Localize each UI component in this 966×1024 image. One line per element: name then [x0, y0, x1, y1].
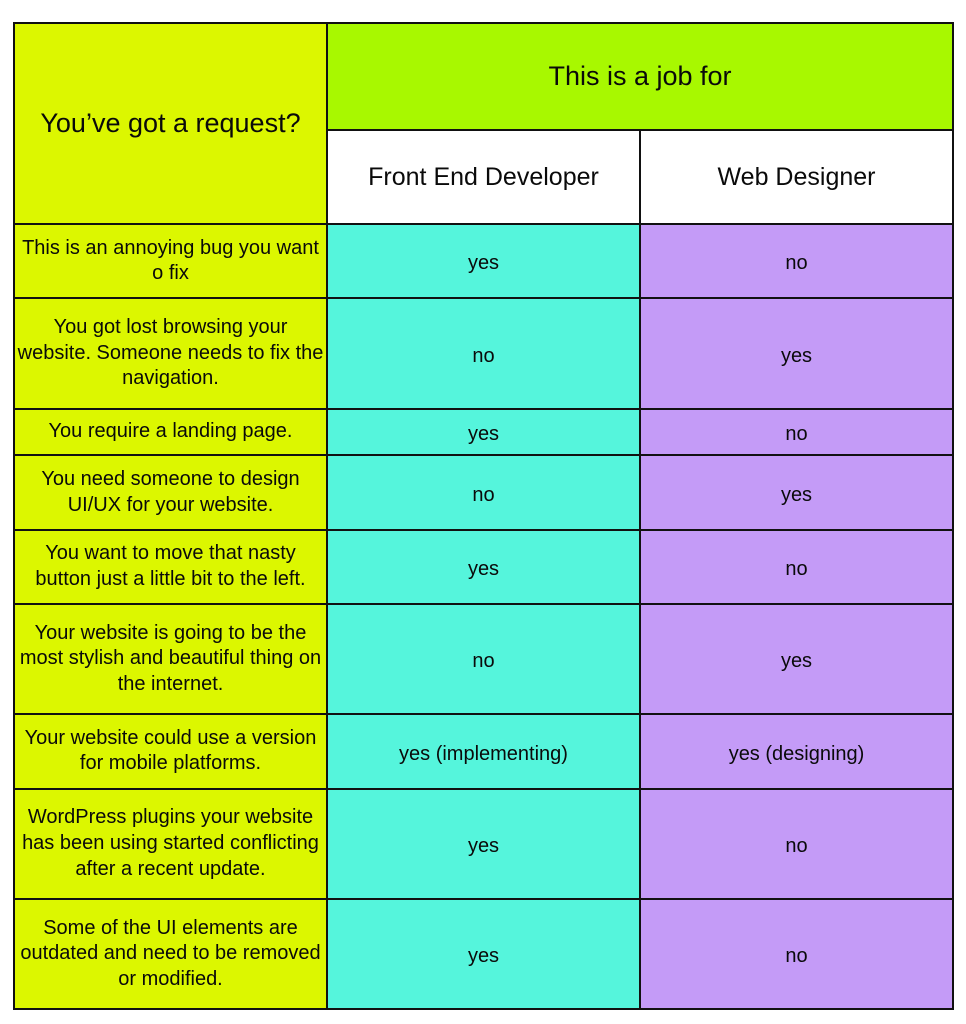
web-designer-answer-value: no [785, 834, 808, 857]
role-comparison-table: You’ve got a request? This is a job for … [13, 22, 955, 1011]
front-end-developer-column-header: Front End Developer [326, 129, 641, 225]
web-designer-answer-value: no [785, 558, 808, 581]
request-cell: Your website could use a version for mob… [13, 713, 328, 790]
web-designer-column-header: Web Designer [638, 129, 955, 225]
front-end-answer-cell: no [326, 603, 641, 716]
web-designer-answer-cell: no [638, 407, 955, 457]
front-end-answer-value: yes [467, 834, 500, 857]
web-designer-answer-value: yes (designing) [728, 742, 865, 765]
request-cell: Your website is going to be the most sty… [13, 603, 328, 716]
table-row: Some of the UI elements are outdated and… [13, 897, 955, 1011]
web-designer-answer-cell: no [638, 787, 955, 900]
web-designer-answer-cell: yes (designing) [638, 713, 955, 790]
request-cell: You require a landing page. [13, 407, 328, 457]
front-end-answer-value: yes (implementing) [399, 742, 568, 765]
web-designer-answer-cell: yes [638, 297, 955, 410]
request-cell: You want to move that nasty button just … [13, 528, 328, 606]
front-end-answer-cell: yes (implementing) [326, 713, 641, 790]
front-end-answer-cell: yes [326, 528, 641, 606]
web-designer-answer-cell: no [638, 222, 955, 300]
table-row: You require a landing page. yes no [13, 407, 955, 457]
front-end-answer-value: yes [467, 945, 500, 968]
table-row: You need someone to design UI/UX for you… [13, 454, 955, 531]
front-end-answer-cell: yes [326, 407, 641, 457]
web-designer-answer-value: no [785, 252, 808, 275]
request-column-header: You’ve got a request? [13, 22, 328, 225]
front-end-answer-value: yes [467, 252, 500, 275]
front-end-answer-cell: no [326, 454, 641, 531]
table-row: WordPress plugins your website has been … [13, 787, 955, 900]
front-end-answer-cell: yes [326, 787, 641, 900]
table-row: Your website is going to be the most sty… [13, 603, 955, 716]
request-cell: You got lost browsing your website. Some… [13, 297, 328, 410]
page-root: You’ve got a request? This is a job for … [0, 0, 966, 1024]
request-cell: This is an annoying bug you want o fix [13, 222, 328, 300]
front-end-answer-cell: yes [326, 897, 641, 1011]
front-end-answer-value: no [472, 483, 495, 506]
front-end-answer-value: yes [467, 423, 500, 446]
web-designer-answer-value: yes [780, 483, 813, 506]
web-designer-answer-value: yes [780, 650, 813, 673]
table-header-row-group: You’ve got a request? This is a job for [13, 22, 955, 225]
front-end-answer-value: no [472, 650, 495, 673]
request-cell: Some of the UI elements are outdated and… [13, 897, 328, 1011]
front-end-answer-cell: no [326, 297, 641, 410]
front-end-answer-value: no [472, 344, 495, 367]
web-designer-answer-cell: yes [638, 603, 955, 716]
comparison-table-container: You’ve got a request? This is a job for … [13, 22, 955, 1011]
request-cell: WordPress plugins your website has been … [13, 787, 328, 900]
web-designer-answer-value: no [785, 945, 808, 968]
web-designer-answer-value: yes [780, 344, 813, 367]
front-end-answer-value: yes [467, 558, 500, 581]
web-designer-answer-cell: no [638, 528, 955, 606]
web-designer-answer-cell: yes [638, 454, 955, 531]
web-designer-answer-value: no [785, 423, 808, 446]
table-row: This is an annoying bug you want o fix ye… [13, 222, 955, 300]
table-row: You got lost browsing your website. Some… [13, 297, 955, 410]
request-cell: You need someone to design UI/UX for you… [13, 454, 328, 531]
table-row: You want to move that nasty button just … [13, 528, 955, 606]
job-group-header: This is a job for [325, 22, 955, 131]
web-designer-answer-cell: no [638, 897, 955, 1011]
table-row: Your website could use a version for mob… [13, 713, 955, 790]
front-end-answer-cell: yes [326, 222, 641, 300]
